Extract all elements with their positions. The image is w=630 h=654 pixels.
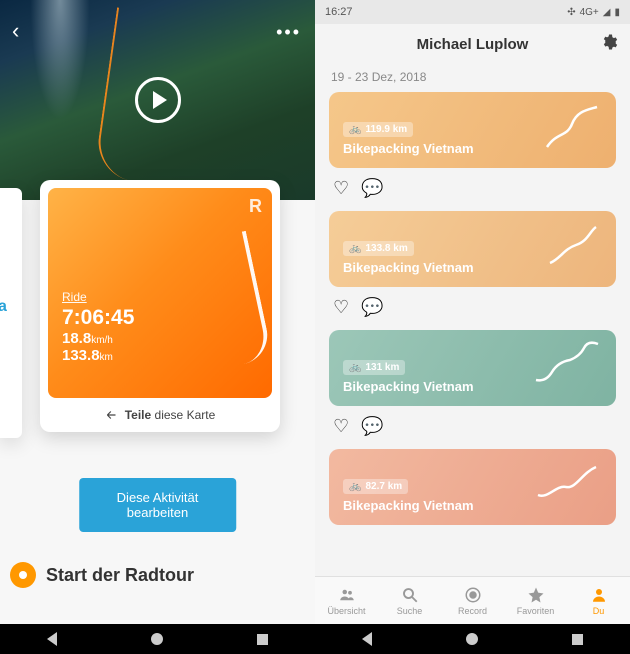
phone-right: 16:27 ✣ 4G+ ◢ ▮ Michael Luplow 19 - 23 D… (315, 0, 630, 654)
trip-actions: ♡ 💬 (329, 291, 616, 330)
nav-back-button[interactable] (362, 632, 372, 646)
trip-distance: 131 km (365, 362, 399, 373)
date-range-label: 19 - 23 Dez, 2018 (315, 64, 630, 92)
distance-value: 133.8 (62, 347, 100, 364)
duration-value: 7:06:45 (62, 306, 258, 330)
tab-search[interactable]: Suche (378, 577, 441, 624)
bike-icon: 🚲 (349, 362, 361, 373)
distance-badge: 🚲 82.7 km (343, 479, 408, 494)
trip-actions: ♡ 💬 (329, 172, 616, 211)
hero-map: ‹ ••• (0, 0, 315, 200)
search-icon (401, 586, 419, 604)
trip-distance: 82.7 km (365, 481, 402, 492)
activity-type-label: Ride (62, 290, 258, 304)
trip-feed[interactable]: 🚲 119.9 km Bikepacking Vietnam ♡ 💬 🚲 133… (315, 92, 630, 576)
status-icons: ✣ 4G+ ◢ ▮ (567, 7, 620, 18)
profile-name: Michael Luplow (417, 36, 529, 53)
nav-recent-button[interactable] (257, 634, 268, 645)
trip-card[interactable]: 🚲 119.9 km Bikepacking Vietnam (329, 92, 616, 168)
star-icon (527, 586, 545, 604)
stats-card-inner: R Ride 7:06:45 18.8km/h 133.8km (48, 188, 272, 398)
network-label: 4G+ (580, 7, 599, 18)
like-button[interactable]: ♡ (333, 416, 349, 437)
android-navbar (0, 624, 315, 654)
user-icon (590, 586, 608, 604)
tab-label: Favoriten (517, 606, 555, 616)
trip-distance: 133.8 km (365, 243, 407, 254)
edit-activity-button[interactable]: Diese Aktivität bearbeiten (79, 478, 237, 532)
speed-unit: km/h (91, 335, 113, 346)
start-pin-icon (10, 562, 36, 588)
status-time: 16:27 (325, 6, 353, 18)
bottom-tabbar: Übersicht Suche Record Favoriten Du (315, 576, 630, 624)
tab-favorites[interactable]: Favoriten (504, 577, 567, 624)
trip-card[interactable]: 🚲 82.7 km Bikepacking Vietnam (329, 449, 616, 525)
bike-icon: 🚲 (349, 481, 361, 492)
share-action-label: Teile (125, 408, 151, 422)
bike-icon: 🚲 (349, 243, 361, 254)
tab-overview[interactable]: Übersicht (315, 577, 378, 624)
trip-card[interactable]: 🚲 133.8 km Bikepacking Vietnam (329, 211, 616, 287)
trip-route-icon (532, 340, 602, 390)
speed-row: 18.8km/h (62, 330, 258, 347)
trip-route-icon (532, 459, 602, 509)
profile-header: Michael Luplow (315, 24, 630, 64)
nav-home-button[interactable] (151, 633, 163, 645)
people-icon (338, 586, 356, 604)
distance-badge: 🚲 131 km (343, 360, 405, 375)
tab-label: Record (458, 606, 487, 616)
distance-badge: 🚲 133.8 km (343, 241, 414, 256)
start-label: Start der Radtour (46, 565, 194, 586)
prev-card-peek[interactable]: a (0, 188, 22, 438)
relive-logo-icon: R (249, 196, 262, 217)
tab-label: Du (593, 606, 605, 616)
share-icon (105, 408, 119, 422)
signal-icon: ◢ (603, 7, 611, 18)
share-button[interactable]: Teile diese Karte (48, 398, 272, 424)
trip-distance: 119.9 km (365, 124, 407, 135)
record-icon (464, 586, 482, 604)
android-navbar (315, 624, 630, 654)
tab-record[interactable]: Record (441, 577, 504, 624)
comment-button[interactable]: 💬 (361, 178, 383, 199)
tab-label: Suche (397, 606, 423, 616)
peek-accent-text: a (0, 298, 7, 316)
like-button[interactable]: ♡ (333, 297, 349, 318)
play-button[interactable] (135, 77, 181, 123)
speed-value: 18.8 (62, 330, 91, 347)
tab-you[interactable]: Du (567, 577, 630, 624)
trip-route-icon (542, 221, 602, 271)
trip-actions: ♡ 💬 (329, 410, 616, 449)
phone-left: ‹ ••• a R Ride 7:06:45 18.8km/h 133.8km … (0, 0, 315, 654)
stats-card[interactable]: R Ride 7:06:45 18.8km/h 133.8km Teile di… (40, 180, 280, 432)
card-area: a R Ride 7:06:45 18.8km/h 133.8km Teile … (0, 200, 315, 624)
settings-button[interactable] (600, 33, 618, 56)
gear-icon (600, 33, 618, 51)
battery-icon: ▮ (614, 7, 620, 18)
like-button[interactable]: ♡ (333, 178, 349, 199)
trip-card[interactable]: 🚲 131 km Bikepacking Vietnam (329, 330, 616, 406)
nav-recent-button[interactable] (572, 634, 583, 645)
distance-unit: km (100, 352, 113, 363)
bike-icon: 🚲 (349, 124, 361, 135)
tab-label: Übersicht (327, 606, 365, 616)
comment-button[interactable]: 💬 (361, 297, 383, 318)
status-bar: 16:27 ✣ 4G+ ◢ ▮ (315, 0, 630, 24)
trip-route-icon (542, 102, 602, 152)
nav-back-button[interactable] (47, 632, 57, 646)
distance-badge: 🚲 119.9 km (343, 122, 413, 137)
vibrate-icon: ✣ (567, 7, 575, 18)
comment-button[interactable]: 💬 (361, 416, 383, 437)
more-button[interactable]: ••• (276, 22, 301, 43)
share-rest-label: diese Karte (155, 408, 216, 422)
nav-home-button[interactable] (466, 633, 478, 645)
start-row: Start der Radtour (10, 562, 305, 588)
back-button[interactable]: ‹ (12, 18, 19, 44)
distance-row: 133.8km (62, 347, 258, 364)
